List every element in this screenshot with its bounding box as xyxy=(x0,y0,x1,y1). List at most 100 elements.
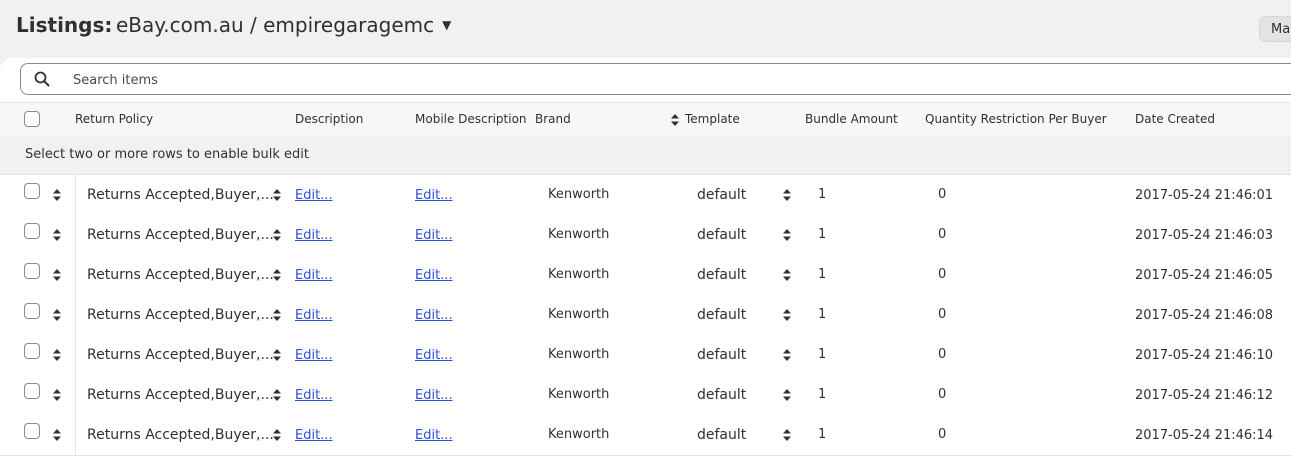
description-edit-link[interactable]: Edit... xyxy=(295,388,333,403)
bundle-amount-cell[interactable]: 1 xyxy=(818,387,826,402)
search-box[interactable] xyxy=(20,63,1291,95)
table-row[interactable]: Returns Accepted,Buyer,... Edit... Edit...… xyxy=(0,175,1291,216)
return-policy-select-icon[interactable] xyxy=(273,269,281,281)
brand-cell[interactable]: Kenworth xyxy=(548,187,609,202)
brand-cell[interactable]: Kenworth xyxy=(548,387,609,402)
brand-cell[interactable]: Kenworth xyxy=(548,267,609,282)
quantity-restriction-cell[interactable]: 0 xyxy=(938,427,946,442)
bundle-amount-cell[interactable]: 1 xyxy=(818,307,826,322)
description-edit-link[interactable]: Edit... xyxy=(295,308,333,323)
mobile-description-edit-link[interactable]: Edit... xyxy=(415,228,453,243)
return-policy-select-icon[interactable] xyxy=(273,309,281,321)
search-input[interactable] xyxy=(71,69,675,91)
template-cell[interactable]: default xyxy=(697,387,746,403)
quantity-restriction-cell[interactable]: 0 xyxy=(938,347,946,362)
table-row[interactable]: Returns Accepted,Buyer,... Edit... Edit...… xyxy=(0,215,1291,256)
bundle-amount-cell[interactable]: 1 xyxy=(818,267,826,282)
template-select-icon[interactable] xyxy=(783,269,791,281)
description-edit-link[interactable]: Edit... xyxy=(295,228,333,243)
bundle-amount-cell[interactable]: 1 xyxy=(818,427,826,442)
mobile-description-edit-link[interactable]: Edit... xyxy=(415,268,453,283)
row-reorder-icon[interactable] xyxy=(53,229,61,241)
return-policy-cell[interactable]: Returns Accepted,Buyer,... xyxy=(87,227,274,243)
select-all-checkbox[interactable] xyxy=(24,111,40,127)
return-policy-cell[interactable]: Returns Accepted,Buyer,... xyxy=(87,427,274,443)
bundle-amount-cell[interactable]: 1 xyxy=(818,187,826,202)
table-row[interactable]: Returns Accepted,Buyer,... Edit... Edit...… xyxy=(0,335,1291,376)
template-cell[interactable]: default xyxy=(697,267,746,283)
return-policy-select-icon[interactable] xyxy=(273,429,281,441)
col-header-description[interactable]: Description xyxy=(295,112,363,126)
store-selector[interactable]: eBay.com.au / empiregaragemc ▼ xyxy=(116,13,451,37)
mobile-description-edit-link[interactable]: Edit... xyxy=(415,188,453,203)
row-reorder-icon[interactable] xyxy=(53,269,61,281)
return-policy-select-icon[interactable] xyxy=(273,229,281,241)
brand-cell[interactable]: Kenworth xyxy=(548,427,609,442)
col-header-quantity-restriction[interactable]: Quantity Restriction Per Buyer xyxy=(925,112,1107,126)
template-cell[interactable]: default xyxy=(697,187,746,203)
return-policy-select-icon[interactable] xyxy=(273,189,281,201)
template-cell[interactable]: default xyxy=(697,307,746,323)
top-right-button[interactable]: Ma xyxy=(1259,16,1291,42)
col-header-mobile-description[interactable]: Mobile Description xyxy=(415,112,527,126)
template-select-icon[interactable] xyxy=(783,349,791,361)
mobile-description-edit-link[interactable]: Edit... xyxy=(415,428,453,443)
return-policy-cell[interactable]: Returns Accepted,Buyer,... xyxy=(87,187,274,203)
row-divider xyxy=(75,175,76,215)
return-policy-cell[interactable]: Returns Accepted,Buyer,... xyxy=(87,387,274,403)
template-select-icon[interactable] xyxy=(783,389,791,401)
row-reorder-icon[interactable] xyxy=(53,349,61,361)
description-edit-link[interactable]: Edit... xyxy=(295,428,333,443)
row-checkbox[interactable] xyxy=(24,263,40,279)
row-checkbox[interactable] xyxy=(24,303,40,319)
table-row[interactable]: Returns Accepted,Buyer,... Edit... Edit...… xyxy=(0,375,1291,416)
bundle-amount-cell[interactable]: 1 xyxy=(818,347,826,362)
col-header-date-created[interactable]: Date Created xyxy=(1135,112,1215,126)
table-row[interactable]: Returns Accepted,Buyer,... Edit... Edit...… xyxy=(0,415,1291,456)
template-cell[interactable]: default xyxy=(697,227,746,243)
description-edit-link[interactable]: Edit... xyxy=(295,348,333,363)
table-row[interactable]: Returns Accepted,Buyer,... Edit... Edit...… xyxy=(0,255,1291,296)
col-header-template[interactable]: Template xyxy=(685,112,740,126)
description-edit-link[interactable]: Edit... xyxy=(295,188,333,203)
row-reorder-icon[interactable] xyxy=(53,309,61,321)
quantity-restriction-cell[interactable]: 0 xyxy=(938,267,946,282)
row-checkbox[interactable] xyxy=(24,223,40,239)
quantity-restriction-cell[interactable]: 0 xyxy=(938,387,946,402)
quantity-restriction-cell[interactable]: 0 xyxy=(938,227,946,242)
quantity-restriction-cell[interactable]: 0 xyxy=(938,187,946,202)
row-checkbox[interactable] xyxy=(24,343,40,359)
col-header-brand[interactable]: Brand xyxy=(535,112,571,126)
mobile-description-edit-link[interactable]: Edit... xyxy=(415,308,453,323)
template-cell[interactable]: default xyxy=(697,347,746,363)
return-policy-cell[interactable]: Returns Accepted,Buyer,... xyxy=(87,347,274,363)
store-selector-label: eBay.com.au / empiregaragemc xyxy=(116,13,435,37)
template-select-icon[interactable] xyxy=(783,309,791,321)
return-policy-cell[interactable]: Returns Accepted,Buyer,... xyxy=(87,267,274,283)
row-checkbox[interactable] xyxy=(24,183,40,199)
template-select-icon[interactable] xyxy=(783,229,791,241)
return-policy-select-icon[interactable] xyxy=(273,389,281,401)
template-cell[interactable]: default xyxy=(697,427,746,443)
row-checkbox[interactable] xyxy=(24,383,40,399)
return-policy-select-icon[interactable] xyxy=(273,349,281,361)
col-header-bundle-amount[interactable]: Bundle Amount xyxy=(805,112,898,126)
quantity-restriction-cell[interactable]: 0 xyxy=(938,307,946,322)
brand-cell[interactable]: Kenworth xyxy=(548,307,609,322)
brand-cell[interactable]: Kenworth xyxy=(548,227,609,242)
row-reorder-icon[interactable] xyxy=(53,429,61,441)
row-divider xyxy=(75,255,76,295)
mobile-description-edit-link[interactable]: Edit... xyxy=(415,348,453,363)
brand-cell[interactable]: Kenworth xyxy=(548,347,609,362)
bundle-amount-cell[interactable]: 1 xyxy=(818,227,826,242)
mobile-description-edit-link[interactable]: Edit... xyxy=(415,388,453,403)
template-select-icon[interactable] xyxy=(783,189,791,201)
description-edit-link[interactable]: Edit... xyxy=(295,268,333,283)
row-reorder-icon[interactable] xyxy=(53,389,61,401)
return-policy-cell[interactable]: Returns Accepted,Buyer,... xyxy=(87,307,274,323)
template-select-icon[interactable] xyxy=(783,429,791,441)
row-reorder-icon[interactable] xyxy=(53,189,61,201)
sort-icon[interactable] xyxy=(671,114,679,126)
table-row[interactable]: Returns Accepted,Buyer,... Edit... Edit...… xyxy=(0,295,1291,336)
col-header-return-policy[interactable]: Return Policy xyxy=(75,112,153,126)
